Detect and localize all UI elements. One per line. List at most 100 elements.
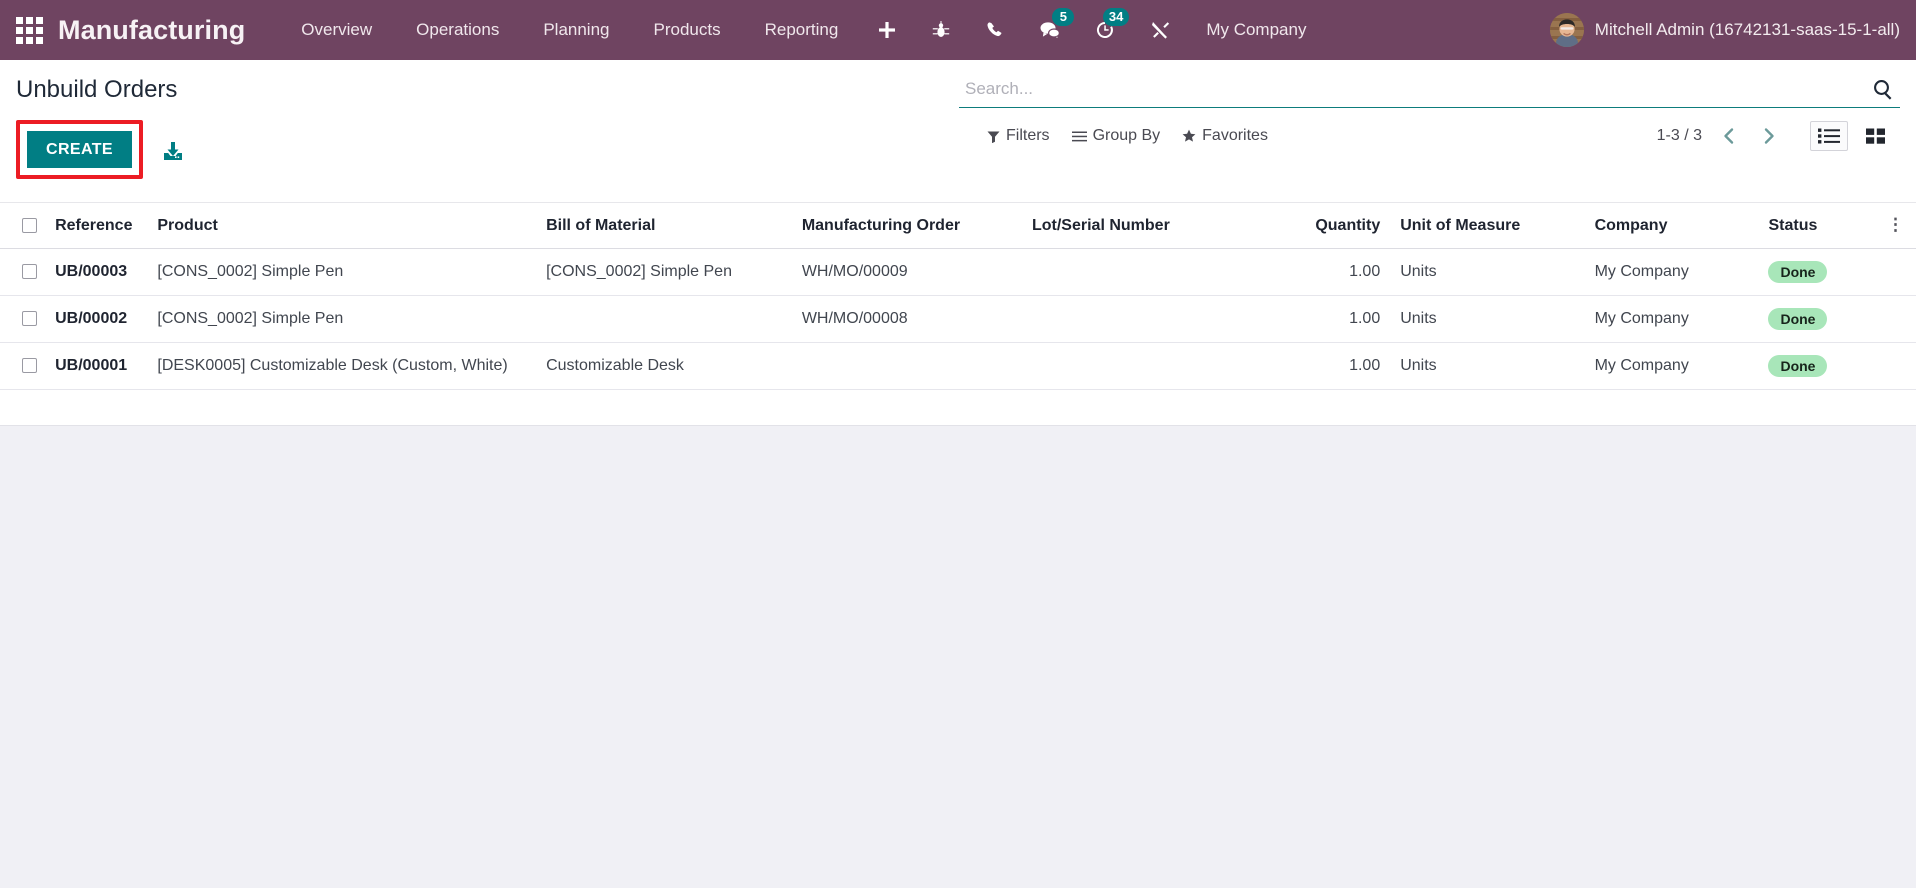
cell-product: [DESK0005] Customizable Desk (Custom, Wh… — [151, 342, 541, 390]
pager-next-button[interactable] — [1756, 127, 1782, 145]
activities-button[interactable]: 34 — [1078, 0, 1133, 60]
cell-company: My Company — [1588, 248, 1763, 296]
settings-tools-button[interactable] — [1133, 0, 1188, 60]
status-badge: Done — [1768, 355, 1828, 377]
cell-options — [1874, 295, 1916, 343]
search-submit-button[interactable] — [1872, 78, 1894, 100]
pager-previous-button[interactable] — [1716, 127, 1742, 145]
star-icon — [1182, 129, 1196, 142]
kanban-view-button[interactable] — [1858, 121, 1894, 151]
kanban-grid-icon — [1866, 128, 1885, 144]
cell-unit-of-measure: Units — [1394, 295, 1589, 343]
group-by-dropdown[interactable]: Group By — [1071, 127, 1161, 145]
list-icon — [1818, 128, 1840, 144]
messages-button[interactable]: 5 — [1022, 0, 1078, 60]
nav-item-overview[interactable]: Overview — [279, 0, 394, 60]
control-panel-buttons: CREATE — [0, 104, 940, 180]
column-header-company[interactable]: Company — [1588, 203, 1763, 249]
plus-icon — [879, 22, 896, 38]
column-header-quantity[interactable]: Quantity — [1276, 203, 1395, 249]
nav-item-operations[interactable]: Operations — [394, 0, 521, 60]
quick-create-button[interactable] — [860, 0, 914, 60]
row-checkbox[interactable] — [22, 358, 38, 374]
cell-quantity: 1.00 — [1276, 342, 1395, 390]
vertical-dots-icon[interactable]: ⋮ — [1887, 215, 1904, 234]
favorites-dropdown[interactable]: Favorites — [1182, 127, 1268, 145]
filter-funnel-icon — [987, 131, 1000, 143]
cell-unit-of-measure: Units — [1394, 248, 1589, 296]
control-panel-left: Unbuild Orders CREATE — [0, 60, 940, 180]
control-panel: Unbuild Orders CREATE Search... Filters … — [0, 60, 1916, 203]
search-input[interactable] — [965, 79, 1872, 99]
filters-label: Filters — [1006, 127, 1050, 144]
create-button[interactable]: CREATE — [27, 131, 132, 169]
row-select-cell — [0, 248, 50, 296]
nav-item-reporting[interactable]: Reporting — [743, 0, 861, 60]
cell-options — [1874, 342, 1916, 390]
unbuild-orders-table: Reference Product Bill of Material Manuf… — [0, 203, 1916, 390]
column-header-manufacturing-order[interactable]: Manufacturing Order — [795, 203, 1026, 249]
cell-quantity: 1.00 — [1276, 295, 1395, 343]
table-row[interactable]: UB/00003 [CONS_0002] Simple Pen [CONS_00… — [0, 248, 1916, 296]
cell-bill-of-material — [540, 295, 796, 343]
cell-quantity: 1.00 — [1276, 248, 1395, 296]
search-icon — [1874, 80, 1892, 100]
search-bar[interactable] — [959, 60, 1900, 108]
nav-item-products[interactable]: Products — [632, 0, 743, 60]
list-view-button[interactable] — [1810, 121, 1848, 151]
cell-status: Done — [1762, 295, 1875, 343]
app-brand-title[interactable]: Manufacturing — [58, 15, 245, 46]
cell-lot-serial-number — [1025, 295, 1277, 343]
column-header-reference[interactable]: Reference — [49, 203, 152, 249]
cell-status: Done — [1762, 342, 1875, 390]
apps-grid-icon — [15, 16, 43, 44]
cell-manufacturing-order — [795, 342, 1026, 390]
favorites-label: Favorites — [1202, 127, 1268, 144]
cell-company: My Company — [1588, 342, 1763, 390]
table-row[interactable]: UB/00002 [CONS_0002] Simple Pen WH/MO/00… — [0, 295, 1916, 343]
user-menu[interactable]: Mitchell Admin (16742131-saas-15-1-all) — [1534, 13, 1900, 47]
column-header-status[interactable]: Status — [1762, 203, 1875, 249]
row-checkbox[interactable] — [22, 311, 38, 327]
cell-options — [1874, 248, 1916, 296]
cell-lot-serial-number — [1025, 248, 1277, 296]
view-switcher — [1810, 121, 1894, 151]
create-button-highlight: CREATE — [16, 120, 143, 180]
column-header-bill-of-material[interactable]: Bill of Material — [540, 203, 796, 249]
import-download-icon — [164, 141, 182, 160]
import-records-button[interactable] — [161, 140, 185, 164]
group-lines-icon — [1071, 131, 1087, 141]
status-badge: Done — [1768, 308, 1828, 330]
filters-dropdown[interactable]: Filters — [987, 127, 1050, 145]
cell-product: [CONS_0002] Simple Pen — [151, 295, 541, 343]
table-row[interactable]: UB/00001 [DESK0005] Customizable Desk (C… — [0, 342, 1916, 390]
column-header-unit-of-measure[interactable]: Unit of Measure — [1394, 203, 1589, 249]
filter-row: Filters Group By Favorites 1-3 / 3 — [959, 108, 1900, 151]
group-by-label: Group By — [1092, 127, 1161, 144]
column-options-header: ⋮ — [1874, 203, 1916, 249]
select-all-header — [0, 203, 50, 249]
voip-phone-button[interactable] — [968, 0, 1022, 60]
nav-item-planning[interactable]: Planning — [521, 0, 631, 60]
apps-menu-button[interactable] — [0, 0, 58, 60]
cell-reference: UB/00003 — [49, 248, 152, 296]
debug-button[interactable] — [914, 0, 968, 60]
records-list: Reference Product Bill of Material Manuf… — [0, 203, 1916, 426]
select-all-checkbox[interactable] — [22, 217, 38, 233]
company-switcher[interactable]: My Company — [1188, 0, 1324, 60]
cell-unit-of-measure: Units — [1394, 342, 1589, 390]
page-title: Unbuild Orders — [16, 76, 178, 103]
column-header-product[interactable]: Product — [151, 203, 541, 249]
top-navbar: Manufacturing Overview Operations Planni… — [0, 0, 1916, 60]
messages-badge: 5 — [1052, 8, 1075, 26]
cell-bill-of-material: Customizable Desk — [540, 342, 796, 390]
activities-badge: 34 — [1102, 8, 1130, 26]
row-checkbox[interactable] — [22, 264, 38, 280]
phone-icon — [987, 22, 1002, 37]
column-header-lot-serial-number[interactable]: Lot/Serial Number — [1025, 203, 1277, 249]
cell-bill-of-material: [CONS_0002] Simple Pen — [540, 248, 796, 296]
table-footer-space — [0, 390, 1916, 426]
table-header-row: Reference Product Bill of Material Manuf… — [0, 203, 1916, 249]
bug-icon — [933, 21, 950, 37]
filter-menus: Filters Group By Favorites — [987, 127, 1268, 145]
